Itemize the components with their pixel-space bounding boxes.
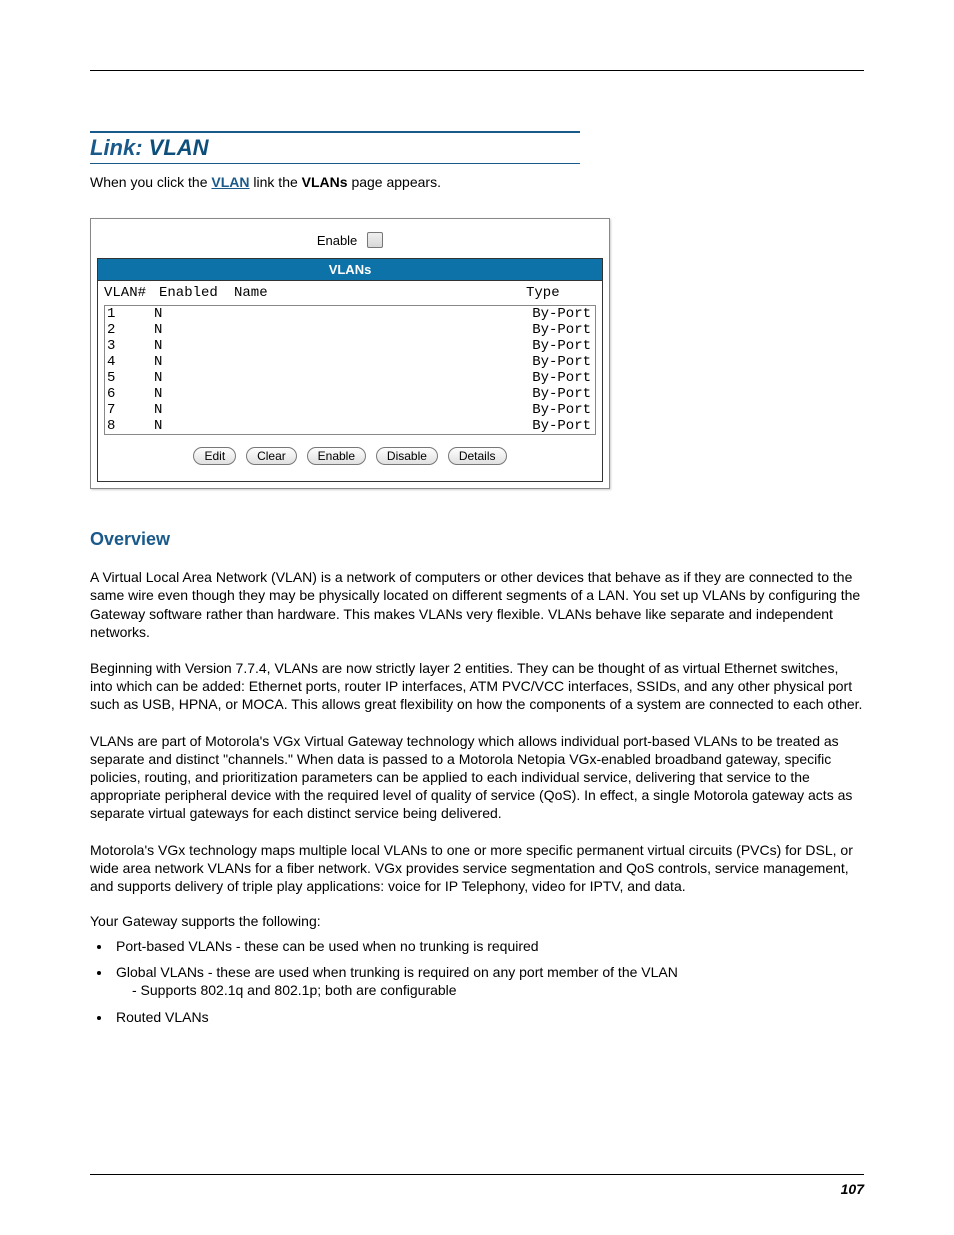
intro-bold: VLANs xyxy=(302,174,348,190)
table-row[interactable]: 8 N By-Port xyxy=(105,418,595,434)
cell-type: By-Port xyxy=(521,370,593,386)
table-row[interactable]: 3 N By-Port xyxy=(105,338,595,354)
col-header-name: Name xyxy=(234,285,526,301)
cell-enabled: N xyxy=(154,306,229,322)
cell-enabled: N xyxy=(154,322,229,338)
vlans-panel: Enable VLANs VLAN# Enabled Name Type 1 N… xyxy=(90,218,610,489)
col-header-num: VLAN# xyxy=(104,285,159,301)
vlan-link[interactable]: VLAN xyxy=(211,174,249,190)
page-number: 107 xyxy=(841,1181,864,1197)
bullet-2: Global VLANs - these are used when trunk… xyxy=(116,964,678,980)
enable-checkbox[interactable] xyxy=(367,232,383,248)
list-item: Global VLANs - these are used when trunk… xyxy=(112,963,864,999)
bottom-rule xyxy=(90,1174,864,1175)
button-row: Edit Clear Enable Disable Details xyxy=(98,439,602,481)
cell-type: By-Port xyxy=(521,354,593,370)
cell-name xyxy=(229,322,521,338)
bullet-list: Port-based VLANs - these can be used whe… xyxy=(112,937,864,1026)
intro-mid: link the xyxy=(250,174,302,190)
cell-type: By-Port xyxy=(521,306,593,322)
cell-num: 5 xyxy=(107,370,154,386)
cell-num: 2 xyxy=(107,322,154,338)
cell-enabled: N xyxy=(154,386,229,402)
overview-p3: VLANs are part of Motorola's VGx Virtual… xyxy=(90,732,864,823)
cell-enabled: N xyxy=(154,418,229,434)
cell-name xyxy=(229,386,521,402)
cell-num: 8 xyxy=(107,418,154,434)
list-item: Routed VLANs xyxy=(112,1008,864,1026)
cell-enabled: N xyxy=(154,338,229,354)
enable-button[interactable]: Enable xyxy=(307,447,366,465)
supports-line: Your Gateway supports the following: xyxy=(90,913,864,929)
overview-p2: Beginning with Version 7.7.4, VLANs are … xyxy=(90,659,864,714)
cell-num: 7 xyxy=(107,402,154,418)
table-row[interactable]: 2 N By-Port xyxy=(105,322,595,338)
cell-type: By-Port xyxy=(521,402,593,418)
cell-name xyxy=(229,306,521,322)
cell-enabled: N xyxy=(154,402,229,418)
overview-p1: A Virtual Local Area Network (VLAN) is a… xyxy=(90,568,864,641)
col-header-type: Type xyxy=(526,285,596,301)
bullet-3: Routed VLANs xyxy=(116,1009,209,1025)
intro-pre: When you click the xyxy=(90,174,211,190)
details-button[interactable]: Details xyxy=(448,447,507,465)
overview-p4: Motorola's VGx technology maps multiple … xyxy=(90,841,864,896)
cell-name xyxy=(229,354,521,370)
cell-type: By-Port xyxy=(521,338,593,354)
cell-num: 1 xyxy=(107,306,154,322)
cell-type: By-Port xyxy=(521,386,593,402)
cell-name xyxy=(229,338,521,354)
table-row[interactable]: 5 N By-Port xyxy=(105,370,595,386)
section-title: Link: VLAN xyxy=(90,131,580,164)
table-row[interactable]: 6 N By-Port xyxy=(105,386,595,402)
column-headers: VLAN# Enabled Name Type xyxy=(98,281,602,303)
cell-num: 4 xyxy=(107,354,154,370)
cell-type: By-Port xyxy=(521,322,593,338)
title-prefix: Link: xyxy=(90,135,149,160)
vlan-list[interactable]: 1 N By-Port 2 N By-Port 3 N xyxy=(104,305,596,435)
panel-top: Enable xyxy=(91,219,609,258)
cell-name xyxy=(229,418,521,434)
disable-button[interactable]: Disable xyxy=(376,447,438,465)
list-item: Port-based VLANs - these can be used whe… xyxy=(112,937,864,955)
cell-num: 3 xyxy=(107,338,154,354)
edit-button[interactable]: Edit xyxy=(193,447,236,465)
cell-name xyxy=(229,370,521,386)
cell-type: By-Port xyxy=(521,418,593,434)
intro-post: page appears. xyxy=(348,174,441,190)
enable-label: Enable xyxy=(317,233,357,248)
intro-line: When you click the VLAN link the VLANs p… xyxy=(90,174,864,190)
col-header-enabled: Enabled xyxy=(159,285,234,301)
cell-enabled: N xyxy=(154,370,229,386)
cell-num: 6 xyxy=(107,386,154,402)
top-rule xyxy=(90,70,864,71)
table-row[interactable]: 7 N By-Port xyxy=(105,402,595,418)
bullet-1: Port-based VLANs - these can be used whe… xyxy=(116,938,539,954)
title-link-text: VLAN xyxy=(149,135,209,160)
overview-title: Overview xyxy=(90,529,864,550)
table-row[interactable]: 1 N By-Port xyxy=(105,306,595,322)
clear-button[interactable]: Clear xyxy=(246,447,297,465)
cell-name xyxy=(229,402,521,418)
bullet-2-sub: - Supports 802.1q and 802.1p; both are c… xyxy=(116,981,864,999)
table-row[interactable]: 4 N By-Port xyxy=(105,354,595,370)
panel-header: VLANs xyxy=(98,259,602,281)
cell-enabled: N xyxy=(154,354,229,370)
panel-inner: VLANs VLAN# Enabled Name Type 1 N By-Por… xyxy=(97,258,603,482)
